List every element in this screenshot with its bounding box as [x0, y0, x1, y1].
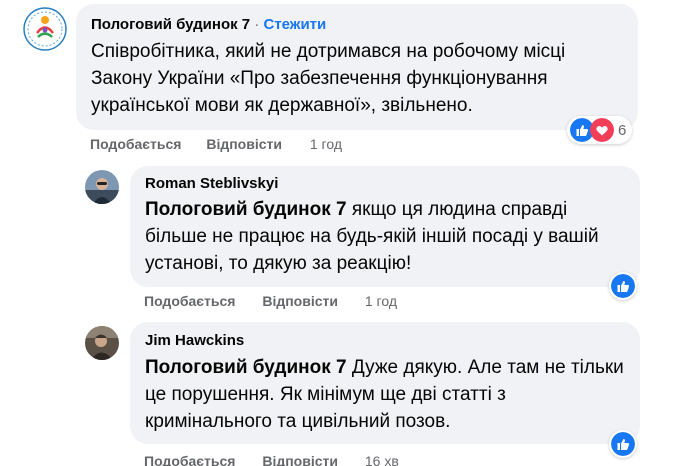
reaction-summary[interactable]: 6 — [567, 116, 633, 144]
love-icon — [590, 118, 614, 142]
comment-author-line: Пологовий будинок 7 · Стежити — [91, 15, 326, 35]
reaction-summary[interactable] — [609, 272, 637, 300]
hospital-logo-icon — [22, 6, 68, 52]
reply-button[interactable]: Відповісти — [262, 452, 338, 466]
mention-link[interactable]: Пологовий будинок 7 — [145, 357, 347, 378]
user-avatar[interactable] — [85, 326, 119, 360]
author-name[interactable]: Jim Hawckins — [145, 331, 244, 351]
comment-text: Пологовий будинок 7 Дуже дякую. Але там … — [145, 354, 625, 435]
comment-bubble: Пологовий будинок 7 · Стежити Співробітн… — [76, 4, 638, 130]
profile-photo-icon — [85, 170, 119, 204]
comment-time[interactable]: 1 год — [365, 292, 397, 310]
reaction-count: 6 — [618, 121, 627, 139]
profile-photo-icon — [85, 326, 119, 360]
like-icon — [611, 274, 635, 298]
user-avatar[interactable] — [85, 170, 119, 204]
comment-actions: Подобається Відповісти 1 год — [90, 135, 342, 153]
comment-text: Співробітника, який не дотримався на роб… — [91, 38, 631, 119]
comment-body: Співробітника, який не дотримався на роб… — [91, 41, 566, 116]
separator-dot: · — [254, 16, 260, 33]
comment-bubble: Roman Steblivskyi Пологовий будинок 7 як… — [130, 166, 640, 287]
comment-actions: Подобається Відповісти 16 хв — [144, 452, 399, 466]
follow-button[interactable]: Стежити — [263, 16, 326, 33]
comment-text: Пологовий будинок 7 якщо ця людина справ… — [145, 196, 625, 277]
like-icon — [611, 432, 635, 456]
author-name[interactable]: Пологовий будинок 7 — [91, 16, 250, 33]
comment-bubble: Jim Hawckins Пологовий будинок 7 Дуже дя… — [130, 322, 640, 444]
comment-time[interactable]: 16 хв — [365, 452, 399, 466]
reply-button[interactable]: Відповісти — [262, 292, 338, 310]
page-avatar[interactable] — [22, 6, 68, 52]
like-button[interactable]: Подобається — [90, 135, 181, 153]
reply-button[interactable]: Відповісти — [206, 135, 282, 153]
comment-time[interactable]: 1 год — [310, 135, 342, 153]
like-button[interactable]: Подобається — [144, 292, 235, 310]
comment-thread: Пологовий будинок 7 · Стежити Співробітн… — [0, 0, 676, 466]
author-name[interactable]: Roman Steblivskyi — [145, 174, 278, 194]
reaction-summary[interactable] — [609, 430, 637, 458]
mention-link[interactable]: Пологовий будинок 7 — [145, 199, 347, 220]
comment-actions: Подобається Відповісти 1 год — [144, 292, 397, 310]
like-button[interactable]: Подобається — [144, 452, 235, 466]
